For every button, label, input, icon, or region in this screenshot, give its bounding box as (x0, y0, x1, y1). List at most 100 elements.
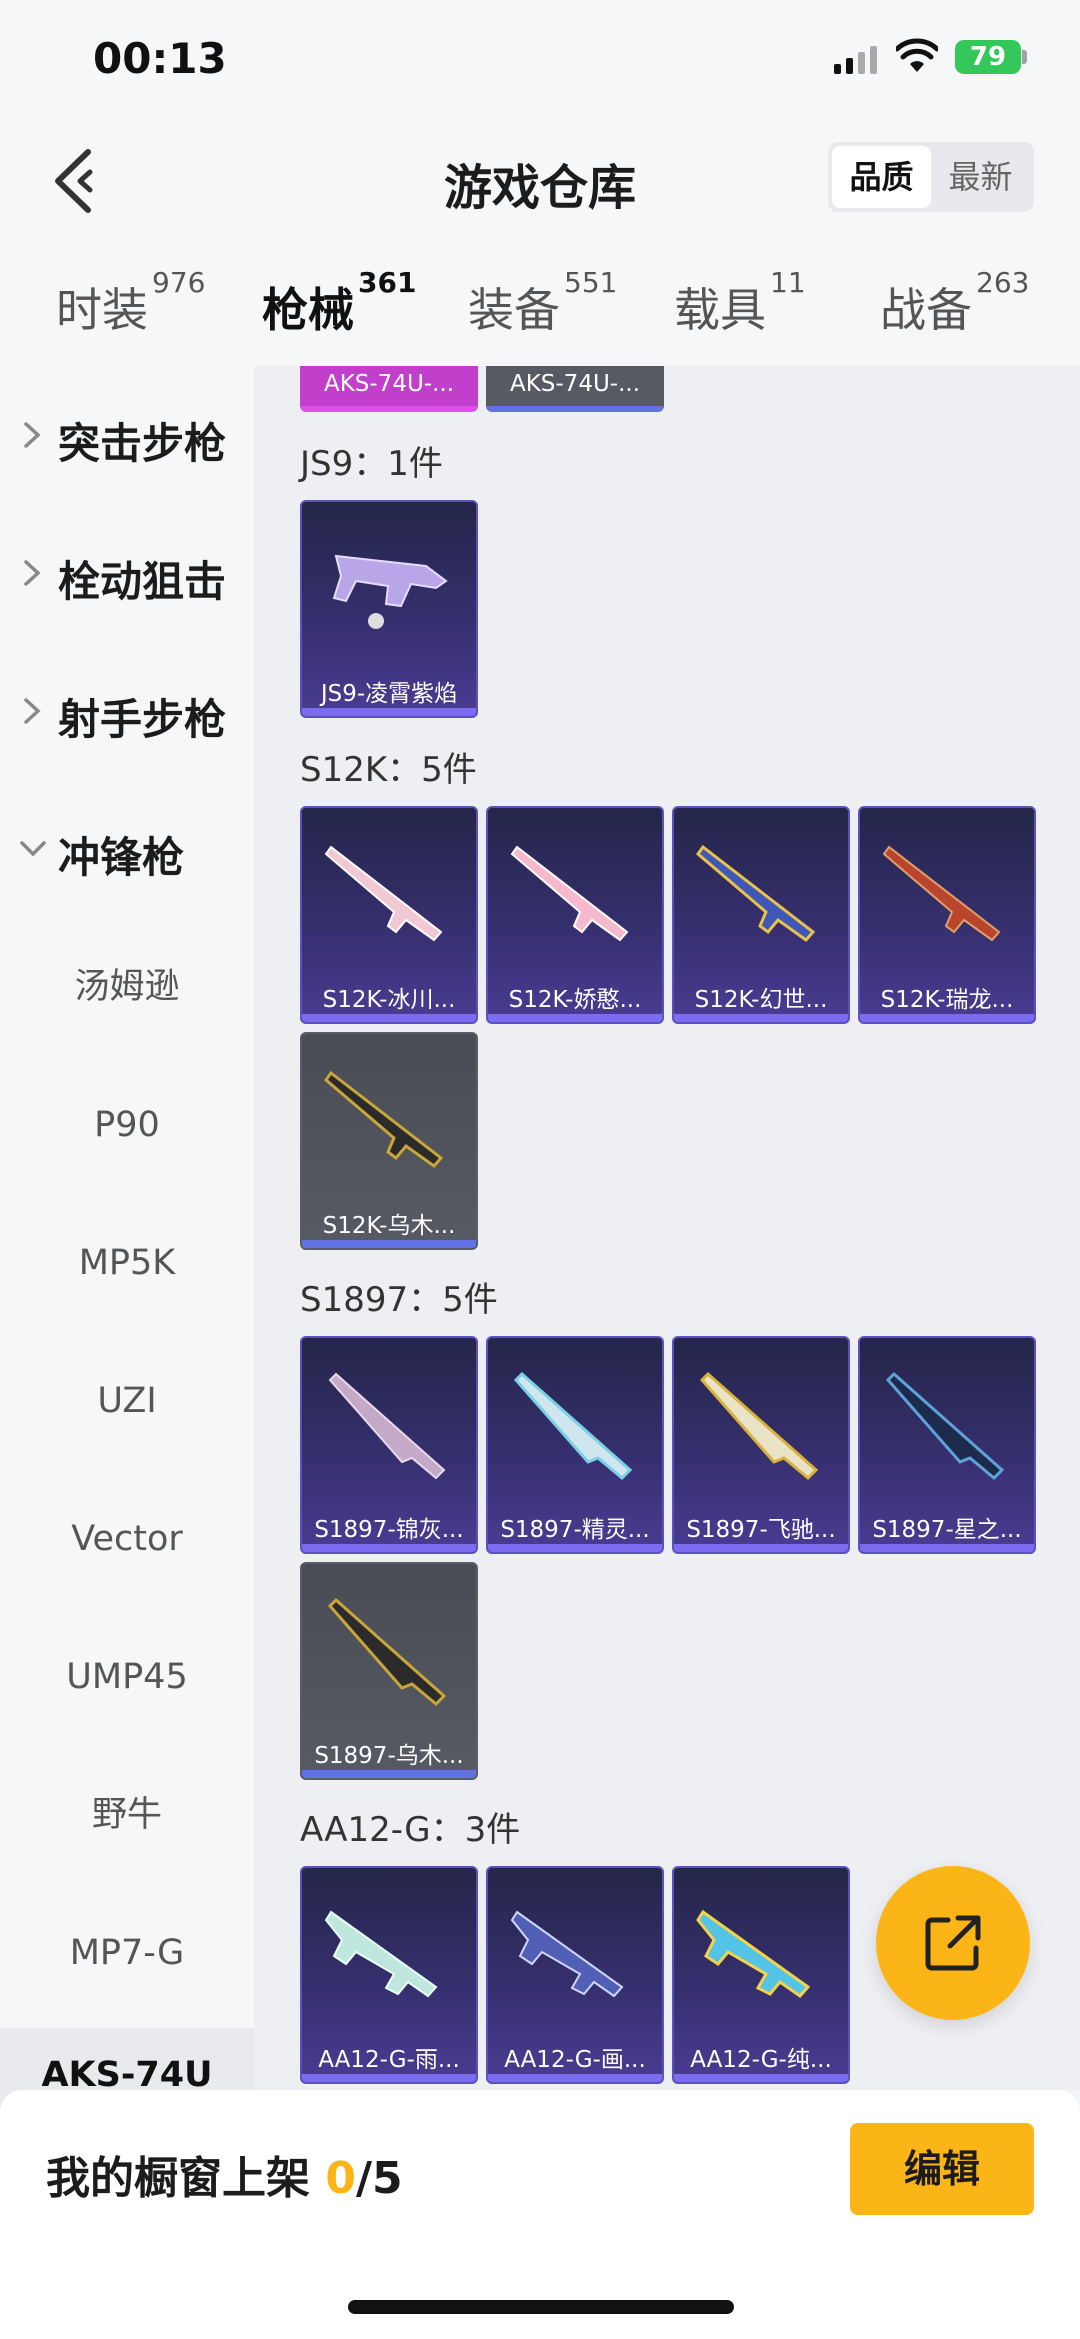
showcase-count: 我的橱窗上架 0/5 (46, 2142, 403, 2206)
weapon-card[interactable]: AA12-G-雨... (300, 1866, 478, 2084)
sidebar-item-mp7g[interactable]: MP7-G (0, 1884, 254, 2022)
pump-shotgun-icon (699, 1371, 819, 1481)
share-button[interactable] (876, 1866, 1030, 2020)
section-title: JS9：1件 (300, 444, 443, 484)
weapon-card[interactable]: S1897-锦灰... (300, 1336, 478, 1554)
edit-button[interactable]: 编辑 (850, 2123, 1034, 2215)
weapon-card[interactable]: AA12-G-画... (486, 1866, 664, 2084)
warehouse-screen: 00:13 79 游戏仓库 品质 最新 时装976 枪械361 装备551 载具… (0, 0, 1080, 2339)
weapon-name: S1897-乌木... (314, 1743, 464, 1769)
weapon-card[interactable]: AA12-G-纯... (672, 1866, 850, 2084)
weapon-card[interactable]: S1897-精灵... (486, 1336, 664, 1554)
rarity-bar (674, 1544, 848, 1552)
tab-count: 11 (770, 266, 806, 299)
sidebar-group-bolt-sniper[interactable]: 栓动狙击 (0, 504, 254, 642)
section-title: S12K：5件 (300, 750, 477, 790)
weapon-name: AA12-G-画... (504, 2047, 646, 2073)
smg-icon (332, 554, 448, 629)
section-title: AA12-G：3件 (300, 1810, 521, 1850)
sort-toggle: 品质 最新 (828, 142, 1034, 212)
sort-option-quality[interactable]: 品质 (832, 146, 931, 208)
sidebar-item-uzi[interactable]: UZI (0, 1332, 254, 1470)
rarity-bar (302, 1240, 476, 1248)
sort-option-newest[interactable]: 最新 (931, 146, 1030, 208)
tab-vehicles[interactable]: 载具11 (674, 266, 806, 340)
page-header: 游戏仓库 品质 最新 (0, 120, 1080, 240)
sidebar-item-thompson[interactable]: 汤姆逊 (0, 918, 254, 1056)
section-title: S1897：5件 (300, 1280, 498, 1320)
tab-gear[interactable]: 装备551 (468, 266, 617, 340)
sidebar-group-smg[interactable]: 冲锋枪 (0, 780, 254, 918)
weapon-card[interactable]: S1897-飞驰... (672, 1336, 850, 1554)
battery-cap (1022, 50, 1027, 64)
rarity-bar (302, 1770, 476, 1778)
weapon-card[interactable]: JS9-凌霄紫焰 (300, 500, 478, 718)
status-time: 00:13 (93, 34, 227, 83)
auto-shotgun-icon (510, 1910, 624, 1998)
weapon-name: S12K-娇憨... (508, 987, 642, 1013)
share-external-icon (925, 1915, 981, 1971)
weapon-card[interactable]: S12K-幻世... (672, 806, 850, 1024)
weapon-name: S1897-锦灰... (314, 1517, 464, 1543)
weapon-name: S1897-星之... (872, 1517, 1022, 1543)
tab-count: 361 (358, 266, 417, 299)
weapon-name: S1897-精灵... (500, 1517, 650, 1543)
sidebar-item-vector[interactable]: Vector (0, 1470, 254, 1608)
weapon-name: S12K-瑞龙... (880, 987, 1014, 1013)
weapon-category-sidebar: 突击步枪 栓动狙击 射手步枪 冲锋枪 汤姆逊 P90 MP5K UZI Vect… (0, 366, 254, 2166)
rarity-bar (302, 1544, 476, 1552)
shotgun-icon (695, 844, 816, 943)
weapon-name: S12K-冰川... (322, 987, 456, 1013)
weapon-name: AKS-74U-... (323, 371, 455, 397)
tab-guns[interactable]: 枪械361 (262, 266, 416, 386)
sidebar-group-assault-rifle[interactable]: 突击步枪 (0, 366, 254, 504)
chevron-right-icon (24, 422, 41, 448)
pump-shotgun-icon (327, 1597, 447, 1707)
tab-label: 时装 (56, 283, 148, 337)
tab-outfits[interactable]: 时装976 (56, 266, 205, 340)
chevron-right-icon (24, 560, 41, 586)
showcase-max: /5 (355, 2153, 403, 2204)
tab-label: 战备 (880, 283, 972, 337)
rarity-bar (302, 2074, 476, 2082)
tab-label: 载具 (674, 283, 766, 337)
chevron-right-icon (24, 698, 41, 724)
pump-shotgun-icon (513, 1371, 633, 1481)
rarity-bar (860, 1544, 1034, 1552)
wifi-icon (896, 38, 938, 72)
pump-shotgun-icon (328, 1372, 446, 1480)
weapon-card[interactable]: S12K-瑞龙... (858, 806, 1036, 1024)
tab-count: 551 (564, 266, 618, 299)
tab-supplies[interactable]: 战备263 (880, 266, 1029, 340)
sidebar-item-ump45[interactable]: UMP45 (0, 1608, 254, 1746)
weapon-name: S1897-飞驰... (686, 1517, 836, 1543)
weapon-name: S12K-幻世... (694, 987, 828, 1013)
shotgun-icon (510, 845, 629, 942)
weapon-card-partial[interactable]: AKS-74U-... (300, 366, 478, 412)
showcase-current: 0 (325, 2153, 356, 2204)
pump-shotgun-icon (885, 1371, 1005, 1481)
sidebar-item-bizon[interactable]: 野牛 (0, 1746, 254, 1884)
shotgun-icon (324, 845, 443, 942)
cellular-signal-icon (834, 46, 877, 74)
weapon-card[interactable]: S12K-娇憨... (486, 806, 664, 1024)
rarity-bar (674, 1014, 848, 1022)
sidebar-group-label: 栓动狙击 (58, 557, 227, 606)
weapon-card[interactable]: S1897-星之... (858, 1336, 1036, 1554)
weapon-grid: AKS-74U-... AKS-74U-... JS9：1件 JS9-凌霄紫焰 … (254, 366, 1080, 2090)
sidebar-item-p90[interactable]: P90 (0, 1056, 254, 1194)
showcase-label: 我的橱窗上架 (46, 2153, 310, 2204)
rarity-bar (488, 1544, 662, 1552)
shotgun-icon (323, 1070, 444, 1169)
weapon-card-partial[interactable]: AKS-74U-... (486, 366, 664, 412)
sidebar-group-label: 突击步枪 (58, 419, 227, 468)
sidebar-group-marksman-rifle[interactable]: 射手步枪 (0, 642, 254, 780)
rarity-bar (488, 2074, 662, 2082)
sidebar-item-mp5k[interactable]: MP5K (0, 1194, 254, 1332)
weapon-card[interactable]: S12K-冰川... (300, 806, 478, 1024)
weapon-name: S12K-乌木... (322, 1213, 456, 1239)
weapon-name: JS9-凌霄紫焰 (320, 681, 458, 707)
weapon-card[interactable]: S12K-乌木... (300, 1032, 478, 1250)
weapon-name: AA12-G-雨... (318, 2047, 460, 2073)
weapon-card[interactable]: S1897-乌木... (300, 1562, 478, 1780)
